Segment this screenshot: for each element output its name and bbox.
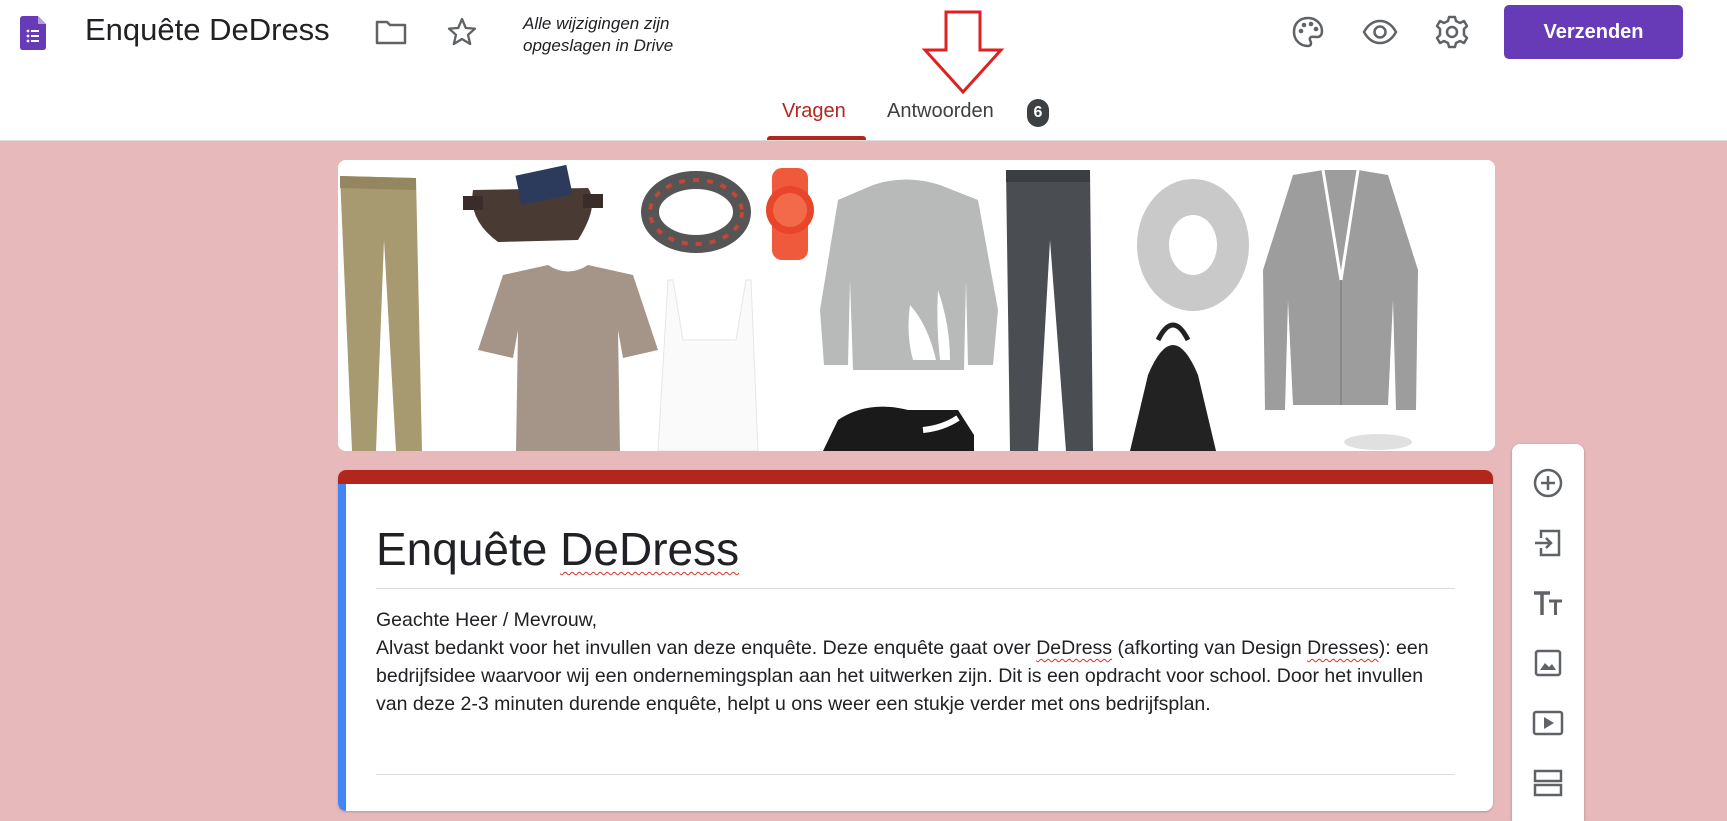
tab-questions[interactable]: Vragen xyxy=(782,100,846,123)
add-title-icon[interactable] xyxy=(1528,583,1568,623)
import-questions-icon[interactable] xyxy=(1528,523,1568,563)
eye-icon[interactable] xyxy=(1358,10,1402,54)
red-arrow-annotation xyxy=(922,10,1004,94)
forms-app-icon[interactable] xyxy=(20,16,46,50)
save-status: Alle wijzigingen zijn opgeslagen in Driv… xyxy=(523,13,673,57)
description-greeting: Geachte Heer / Mevrouw, xyxy=(376,609,598,631)
star-icon[interactable] xyxy=(440,10,484,54)
active-tab-indicator xyxy=(767,136,866,140)
tab-responses[interactable]: Antwoorden xyxy=(887,100,994,123)
description-word-dedress: DeDress xyxy=(1036,637,1113,659)
send-button[interactable]: Verzenden xyxy=(1504,5,1683,59)
top-bar: Enquête DeDress Alle wijzigingen zijn op… xyxy=(0,0,1727,141)
title-underline xyxy=(376,588,1455,589)
form-title-part2: DeDress xyxy=(560,523,740,575)
description-underline xyxy=(376,774,1455,775)
folder-icon[interactable] xyxy=(369,10,413,54)
form-title-part1: Enquête xyxy=(376,523,561,575)
save-status-line1: Alle wijzigingen zijn xyxy=(523,14,670,33)
form-description[interactable]: Geachte Heer / Mevrouw, Alvast bedankt v… xyxy=(376,606,1456,718)
description-word-dresses: Dresses xyxy=(1307,637,1379,659)
clothing-collage-image xyxy=(338,160,1495,451)
add-section-icon[interactable] xyxy=(1528,763,1568,803)
header-banner-image xyxy=(338,160,1495,451)
description-text-1: Alvast bedankt voor het invullen van dez… xyxy=(376,637,1037,659)
description-body: Alvast bedankt voor het invullen van dez… xyxy=(376,634,1456,718)
responses-count-badge: 6 xyxy=(1027,99,1049,127)
document-title[interactable]: Enquête DeDress xyxy=(85,12,330,48)
save-status-line2: opgeslagen in Drive xyxy=(523,36,674,55)
add-question-icon[interactable] xyxy=(1528,463,1568,503)
gear-icon[interactable] xyxy=(1430,10,1474,54)
add-video-icon[interactable] xyxy=(1528,703,1568,743)
form-title[interactable]: Enquête DeDress xyxy=(376,522,739,576)
add-image-icon[interactable] xyxy=(1528,643,1568,683)
form-header-card[interactable]: Enquête DeDress Geachte Heer / Mevrouw, … xyxy=(338,470,1493,811)
floating-toolbar xyxy=(1512,444,1584,821)
description-text-2: (afkorting van Design xyxy=(1112,637,1308,659)
theme-color-bar xyxy=(338,470,1493,484)
selected-card-indicator xyxy=(338,484,346,811)
palette-icon[interactable] xyxy=(1286,10,1330,54)
